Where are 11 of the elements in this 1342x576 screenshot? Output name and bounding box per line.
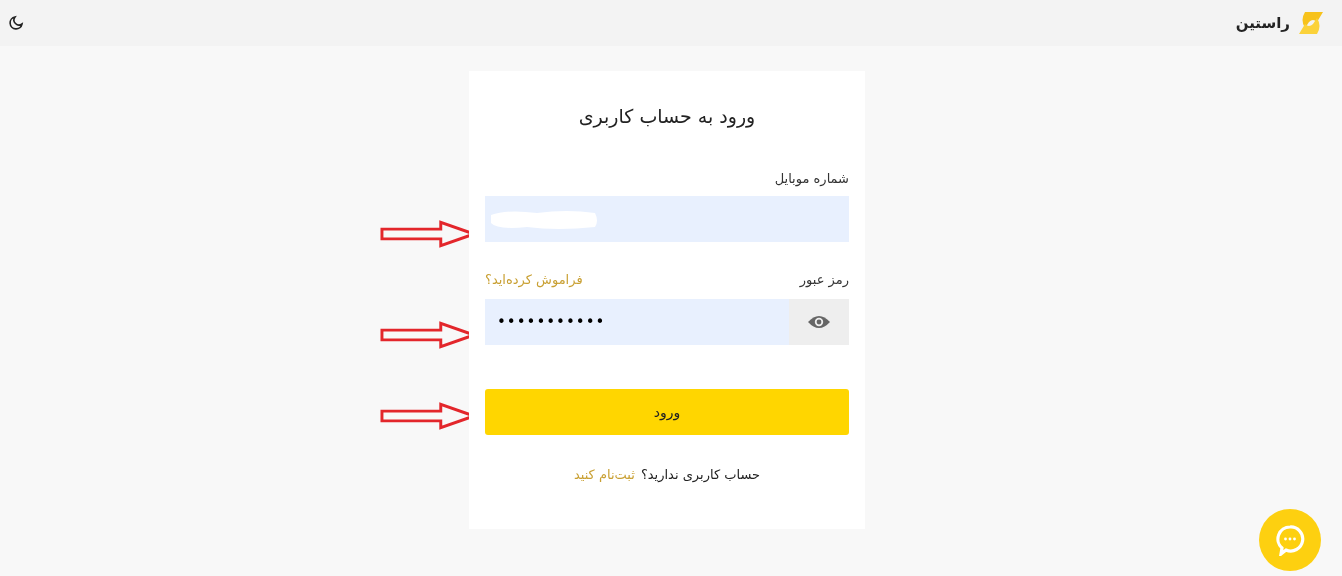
password-field[interactable]: ••••••••••• — [485, 299, 789, 345]
chat-icon — [1275, 524, 1305, 556]
brand-name: راستین — [1235, 14, 1290, 32]
signup-prompt: حساب کاربری ندارید؟ — [640, 467, 761, 482]
eye-icon — [807, 314, 831, 330]
show-password-button[interactable] — [789, 299, 849, 345]
field-label: شماره موبایل — [773, 171, 849, 186]
field-label: رمز عبور — [799, 272, 849, 287]
login-button[interactable]: ورود — [485, 389, 849, 435]
card-title: ورود به حساب کاربری — [577, 105, 757, 127]
dark-mode-icon[interactable] — [8, 15, 24, 31]
